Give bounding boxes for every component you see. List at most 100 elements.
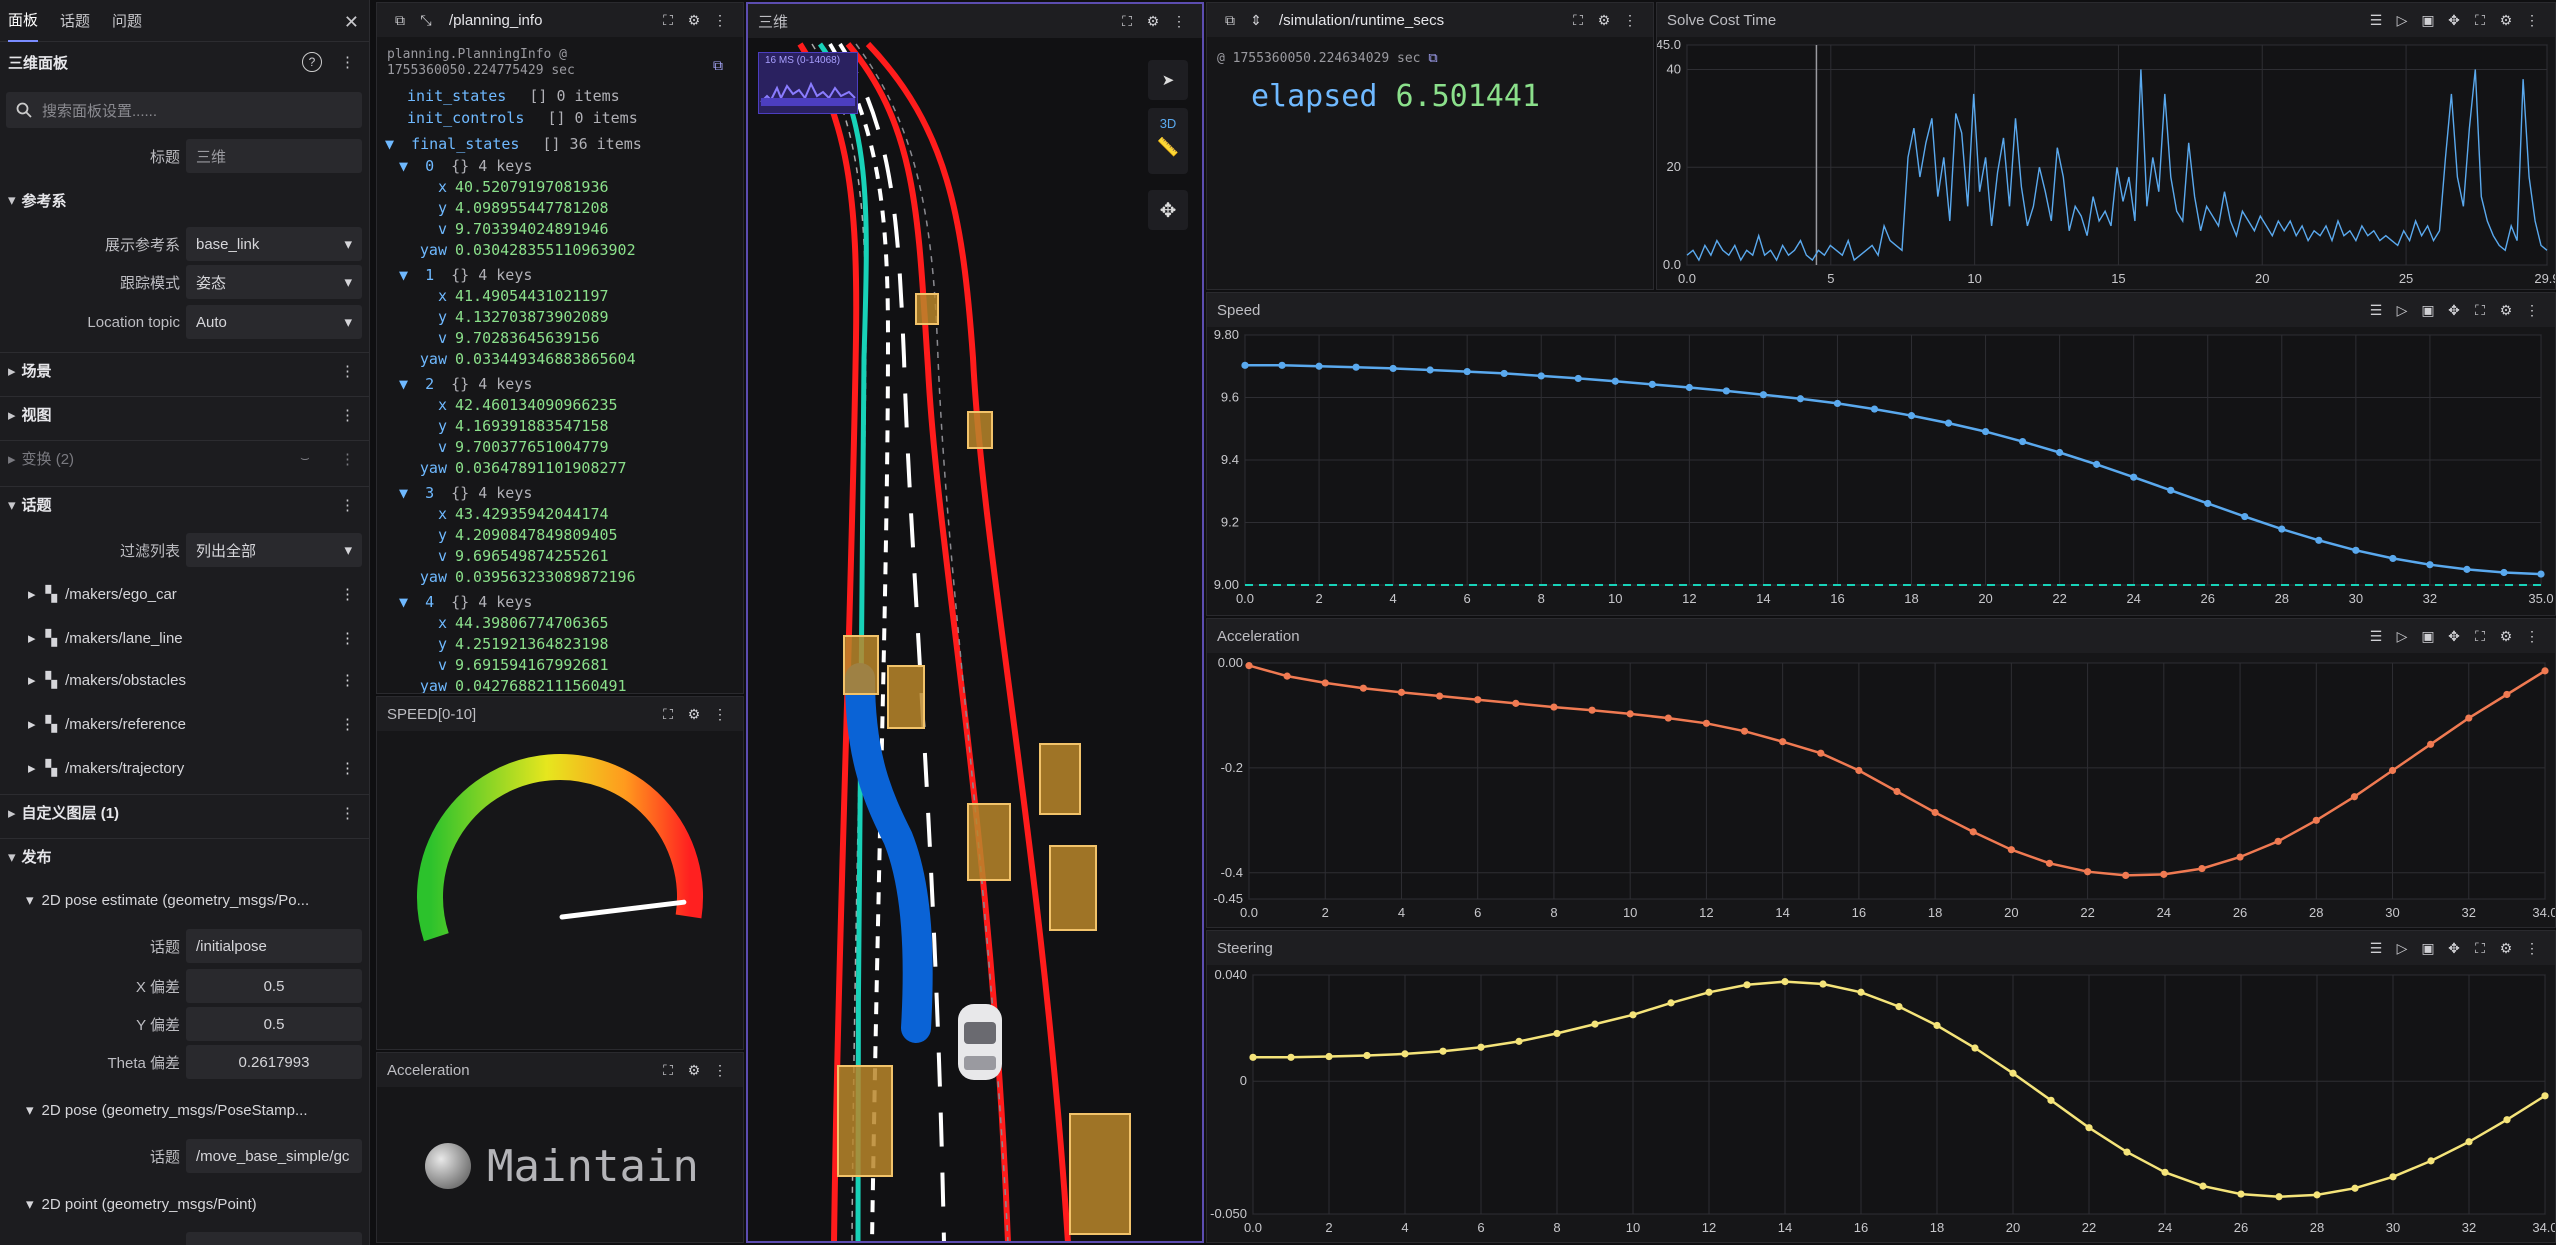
- ruler-icon[interactable]: 📏: [1148, 137, 1188, 158]
- more-icon[interactable]: ⋮: [707, 701, 733, 727]
- copy-icon[interactable]: ⧉: [713, 57, 723, 74]
- pose-topic-input[interactable]: /move_base_simple/gc: [186, 1139, 362, 1173]
- play-icon[interactable]: ▷: [2389, 623, 2415, 649]
- fullscreen-icon[interactable]: ⛶: [1114, 8, 1140, 34]
- chevron-right-icon[interactable]: ▸: [8, 362, 16, 380]
- section-custom-layers[interactable]: 自定义图层 (1): [22, 802, 120, 823]
- key-init-controls[interactable]: init_controls: [407, 109, 524, 127]
- display-frame-select[interactable]: base_link ▾: [186, 227, 362, 261]
- gear-icon[interactable]: ⚙: [2493, 7, 2519, 33]
- state-item[interactable]: ▼ 2 {} 4 keys: [399, 375, 532, 393]
- more-icon[interactable]: ⋮: [2519, 7, 2545, 33]
- more-icon[interactable]: ⋮: [340, 804, 355, 822]
- more-icon[interactable]: ⋮: [340, 715, 355, 733]
- chevron-down-icon[interactable]: ▼: [399, 593, 408, 611]
- play-icon[interactable]: ▷: [2389, 7, 2415, 33]
- collapse-icon[interactable]: ⤡: [413, 7, 439, 33]
- fullscreen-icon[interactable]: ⛶: [2467, 297, 2493, 323]
- tab-topics[interactable]: 话题: [60, 0, 90, 41]
- chevron-down-icon[interactable]: ▾: [26, 1195, 34, 1213]
- chevron-right-icon[interactable]: ▸: [28, 715, 36, 733]
- chevron-down-icon[interactable]: ▾: [26, 891, 34, 909]
- state-item[interactable]: ▼ 1 {} 4 keys: [399, 266, 532, 284]
- move-icon[interactable]: ✥: [1148, 190, 1188, 230]
- gear-icon[interactable]: ⚙: [1591, 7, 1617, 33]
- help-icon[interactable]: ?: [302, 52, 322, 72]
- more-icon[interactable]: ⋮: [2519, 623, 2545, 649]
- gear-icon[interactable]: ⚙: [2493, 935, 2519, 961]
- section-view[interactable]: 视图: [22, 404, 52, 425]
- chevron-right-icon[interactable]: ▸: [28, 585, 36, 603]
- tab-problems[interactable]: 问题: [112, 0, 142, 41]
- gear-icon[interactable]: ⚙: [681, 7, 707, 33]
- fullscreen-icon[interactable]: ⛶: [655, 701, 681, 727]
- panel-title[interactable]: Acceleration: [1217, 628, 2363, 645]
- fullscreen-icon[interactable]: ⛶: [2467, 935, 2493, 961]
- topic-item[interactable]: ▸ ▚ /makers/trajectory ⋮: [0, 750, 369, 786]
- key-final-states[interactable]: final_states: [411, 135, 519, 153]
- image-icon[interactable]: ▣: [2415, 7, 2441, 33]
- tab-panel[interactable]: 面板: [8, 0, 39, 42]
- pan-icon[interactable]: ✥: [2441, 623, 2467, 649]
- gear-icon[interactable]: ⚙: [2493, 623, 2519, 649]
- fullscreen-icon[interactable]: ⛶: [655, 1057, 681, 1083]
- point-topic-input[interactable]: [186, 1232, 362, 1245]
- chevron-down-icon[interactable]: ▼: [399, 157, 408, 175]
- acceleration-chart[interactable]: 0.0246810121416182022242628303234.00.00-…: [1207, 653, 2555, 927]
- gear-icon[interactable]: ⚙: [681, 1057, 707, 1083]
- panel-title[interactable]: /planning_info: [449, 12, 655, 29]
- panel-title[interactable]: Steering: [1217, 940, 2363, 957]
- gear-icon[interactable]: ⚙: [2493, 297, 2519, 323]
- pan-icon[interactable]: ✥: [2441, 935, 2467, 961]
- more-icon[interactable]: ⋮: [340, 671, 355, 689]
- more-icon[interactable]: ⋮: [340, 53, 355, 71]
- chevron-down-icon[interactable]: ▾: [8, 496, 16, 514]
- fullscreen-icon[interactable]: ⛶: [1565, 7, 1591, 33]
- panel-title[interactable]: /simulation/runtime_secs: [1279, 12, 1565, 29]
- chevron-right-icon[interactable]: ▸: [28, 629, 36, 647]
- chevron-right-icon[interactable]: ▸: [8, 804, 16, 822]
- theta-dev-input[interactable]: 0.2617993: [186, 1045, 362, 1079]
- panel-title[interactable]: 三维: [758, 11, 1114, 32]
- topic-item[interactable]: ▸ ▚ /makers/ego_car ⋮: [0, 576, 369, 612]
- panel-title[interactable]: Solve Cost Time: [1667, 12, 2363, 29]
- copy-icon[interactable]: ⧉: [387, 7, 413, 33]
- image-icon[interactable]: ▣: [2415, 935, 2441, 961]
- pose-estimate-topic-input[interactable]: /initialpose: [186, 929, 362, 963]
- follow-mode-select[interactable]: 姿态 ▾: [186, 265, 362, 299]
- image-icon[interactable]: ▣: [2415, 623, 2441, 649]
- chevron-down-icon[interactable]: ▼: [399, 484, 408, 502]
- more-icon[interactable]: ⋮: [340, 585, 355, 603]
- publish-pose-estimate[interactable]: 2D pose estimate (geometry_msgs/Po...: [42, 892, 310, 909]
- chevron-down-icon[interactable]: ▼: [399, 266, 408, 284]
- more-icon[interactable]: ⋮: [707, 7, 733, 33]
- section-scene[interactable]: 场景: [22, 360, 52, 381]
- state-item[interactable]: ▼ 4 {} 4 keys: [399, 593, 532, 611]
- gear-icon[interactable]: ⚙: [1140, 8, 1166, 34]
- more-icon[interactable]: ⋮: [1617, 7, 1643, 33]
- more-icon[interactable]: ⋮: [2519, 297, 2545, 323]
- x-dev-input[interactable]: 0.5: [186, 969, 362, 1003]
- fullscreen-icon[interactable]: ⛶: [655, 7, 681, 33]
- copy-icon[interactable]: ⧉: [1217, 7, 1243, 33]
- legend-icon[interactable]: ☰: [2363, 935, 2389, 961]
- chevron-down-icon[interactable]: ▼: [385, 135, 394, 153]
- play-icon[interactable]: ▷: [2389, 935, 2415, 961]
- speed-chart[interactable]: 0.0 2 4 6 8 10 12 14 16 18 20 22 24 26 28 30 32 35.09.809…: [1207, 327, 2555, 615]
- more-icon[interactable]: ⋮: [340, 406, 355, 424]
- solve-cost-chart[interactable]: 0.0 5 10 15 20 25 29.9 45.0 40 20 0.0: [1657, 37, 2555, 289]
- gear-icon[interactable]: ⚙: [681, 701, 707, 727]
- more-icon[interactable]: ⋮: [340, 450, 355, 468]
- y-dev-input[interactable]: 0.5: [186, 1007, 362, 1041]
- state-item[interactable]: ▼ 0 {} 4 keys: [399, 157, 532, 175]
- title-field[interactable]: 三维: [186, 139, 362, 173]
- legend-icon[interactable]: ☰: [2363, 623, 2389, 649]
- key-init-states[interactable]: init_states: [407, 87, 506, 105]
- chevron-right-icon[interactable]: ▸: [8, 406, 16, 424]
- pan-icon[interactable]: ✥: [2441, 297, 2467, 323]
- filter-select[interactable]: 列出全部 ▾: [186, 533, 362, 567]
- panel-title[interactable]: Speed: [1217, 302, 2363, 319]
- panel-title[interactable]: SPEED[0-10]: [387, 706, 655, 723]
- pan-icon[interactable]: ✥: [2441, 7, 2467, 33]
- section-frame[interactable]: 参考系: [22, 190, 67, 211]
